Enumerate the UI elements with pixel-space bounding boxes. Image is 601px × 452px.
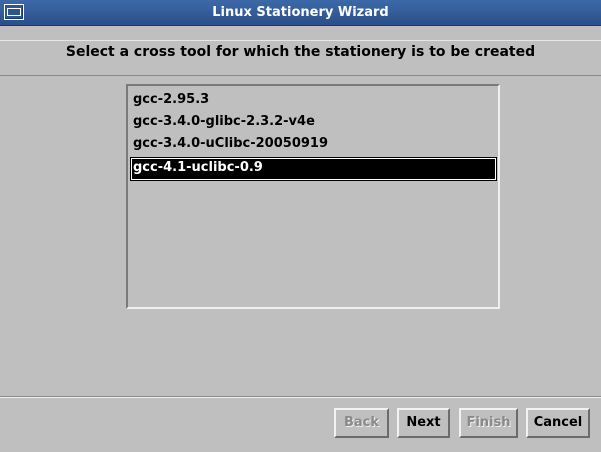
list-item-gcc-4-1-uclibc-selected[interactable]: gcc-4.1-uclibc-0.9 bbox=[130, 157, 497, 181]
window-title: Linux Stationery Wizard bbox=[212, 5, 389, 20]
instruction-text: Select a cross tool for which the statio… bbox=[65, 44, 536, 60]
title-bar[interactable]: Linux Stationery Wizard bbox=[0, 0, 601, 26]
cross-tool-list[interactable]: gcc-2.95.3 gcc-3.4.0-glibc-2.3.2-v4e gcc… bbox=[126, 84, 500, 309]
list-item-gcc-3-4-0-uclibc[interactable]: gcc-3.4.0-uClibc-20050919 bbox=[131, 134, 496, 156]
next-button[interactable]: Next bbox=[397, 408, 450, 438]
wizard-window: Linux Stationery Wizard Select a cross t… bbox=[0, 0, 601, 452]
list-item-gcc-3-4-0-glibc[interactable]: gcc-3.4.0-glibc-2.3.2-v4e bbox=[131, 112, 496, 134]
button-bar-divider bbox=[0, 397, 601, 398]
finish-button[interactable]: Finish bbox=[459, 408, 518, 438]
back-button[interactable]: Back bbox=[334, 408, 389, 438]
cancel-button[interactable]: Cancel bbox=[526, 408, 590, 438]
list-item-gcc-2-95-3[interactable]: gcc-2.95.3 bbox=[131, 90, 496, 112]
